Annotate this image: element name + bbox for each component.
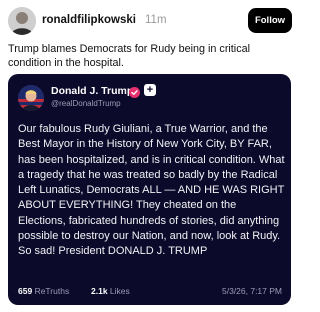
author-username[interactable]: ronaldfilipkowski	[42, 14, 136, 26]
plus-icon[interactable]: +	[144, 84, 156, 96]
verified-badge-icon	[129, 85, 140, 98]
retruths-stat[interactable]: 659 ReTruths	[18, 286, 69, 296]
embed-author-name[interactable]: Donald J. Trump	[51, 85, 133, 97]
embed-author-avatar[interactable]	[18, 85, 44, 111]
embed-date: 5/3/26, 7:17 PM	[221, 286, 282, 296]
post-header: ronaldfilipkowski 11m Follow	[8, 7, 292, 35]
likes-label: Likes	[109, 286, 130, 296]
likes-stat[interactable]: 2.1k Likes	[91, 286, 130, 296]
likes-count: 2.1k	[91, 286, 108, 296]
embed-author-handle[interactable]: @realDonaldTrump	[51, 99, 121, 108]
retruths-count: 659	[18, 286, 33, 296]
embed-footer: 659 ReTruths 2.1k Likes 5/3/26, 7:17 PM	[18, 286, 282, 298]
post-timestamp: 11m	[145, 14, 167, 26]
embed-body-text: Our fabulous Rudy Giuliani, a True Warri…	[18, 123, 285, 258]
embedded-truth-post[interactable]: Donald J. Trump + @realDonaldTrump Our f…	[8, 74, 291, 305]
post-text: Trump blames Democrats for Rudy being in…	[8, 43, 251, 69]
retruths-label: ReTruths	[34, 286, 70, 296]
threads-post: ronaldfilipkowski 11m Follow Trump blame…	[0, 0, 300, 312]
author-avatar[interactable]	[8, 7, 36, 35]
follow-button[interactable]: Follow	[248, 8, 292, 33]
